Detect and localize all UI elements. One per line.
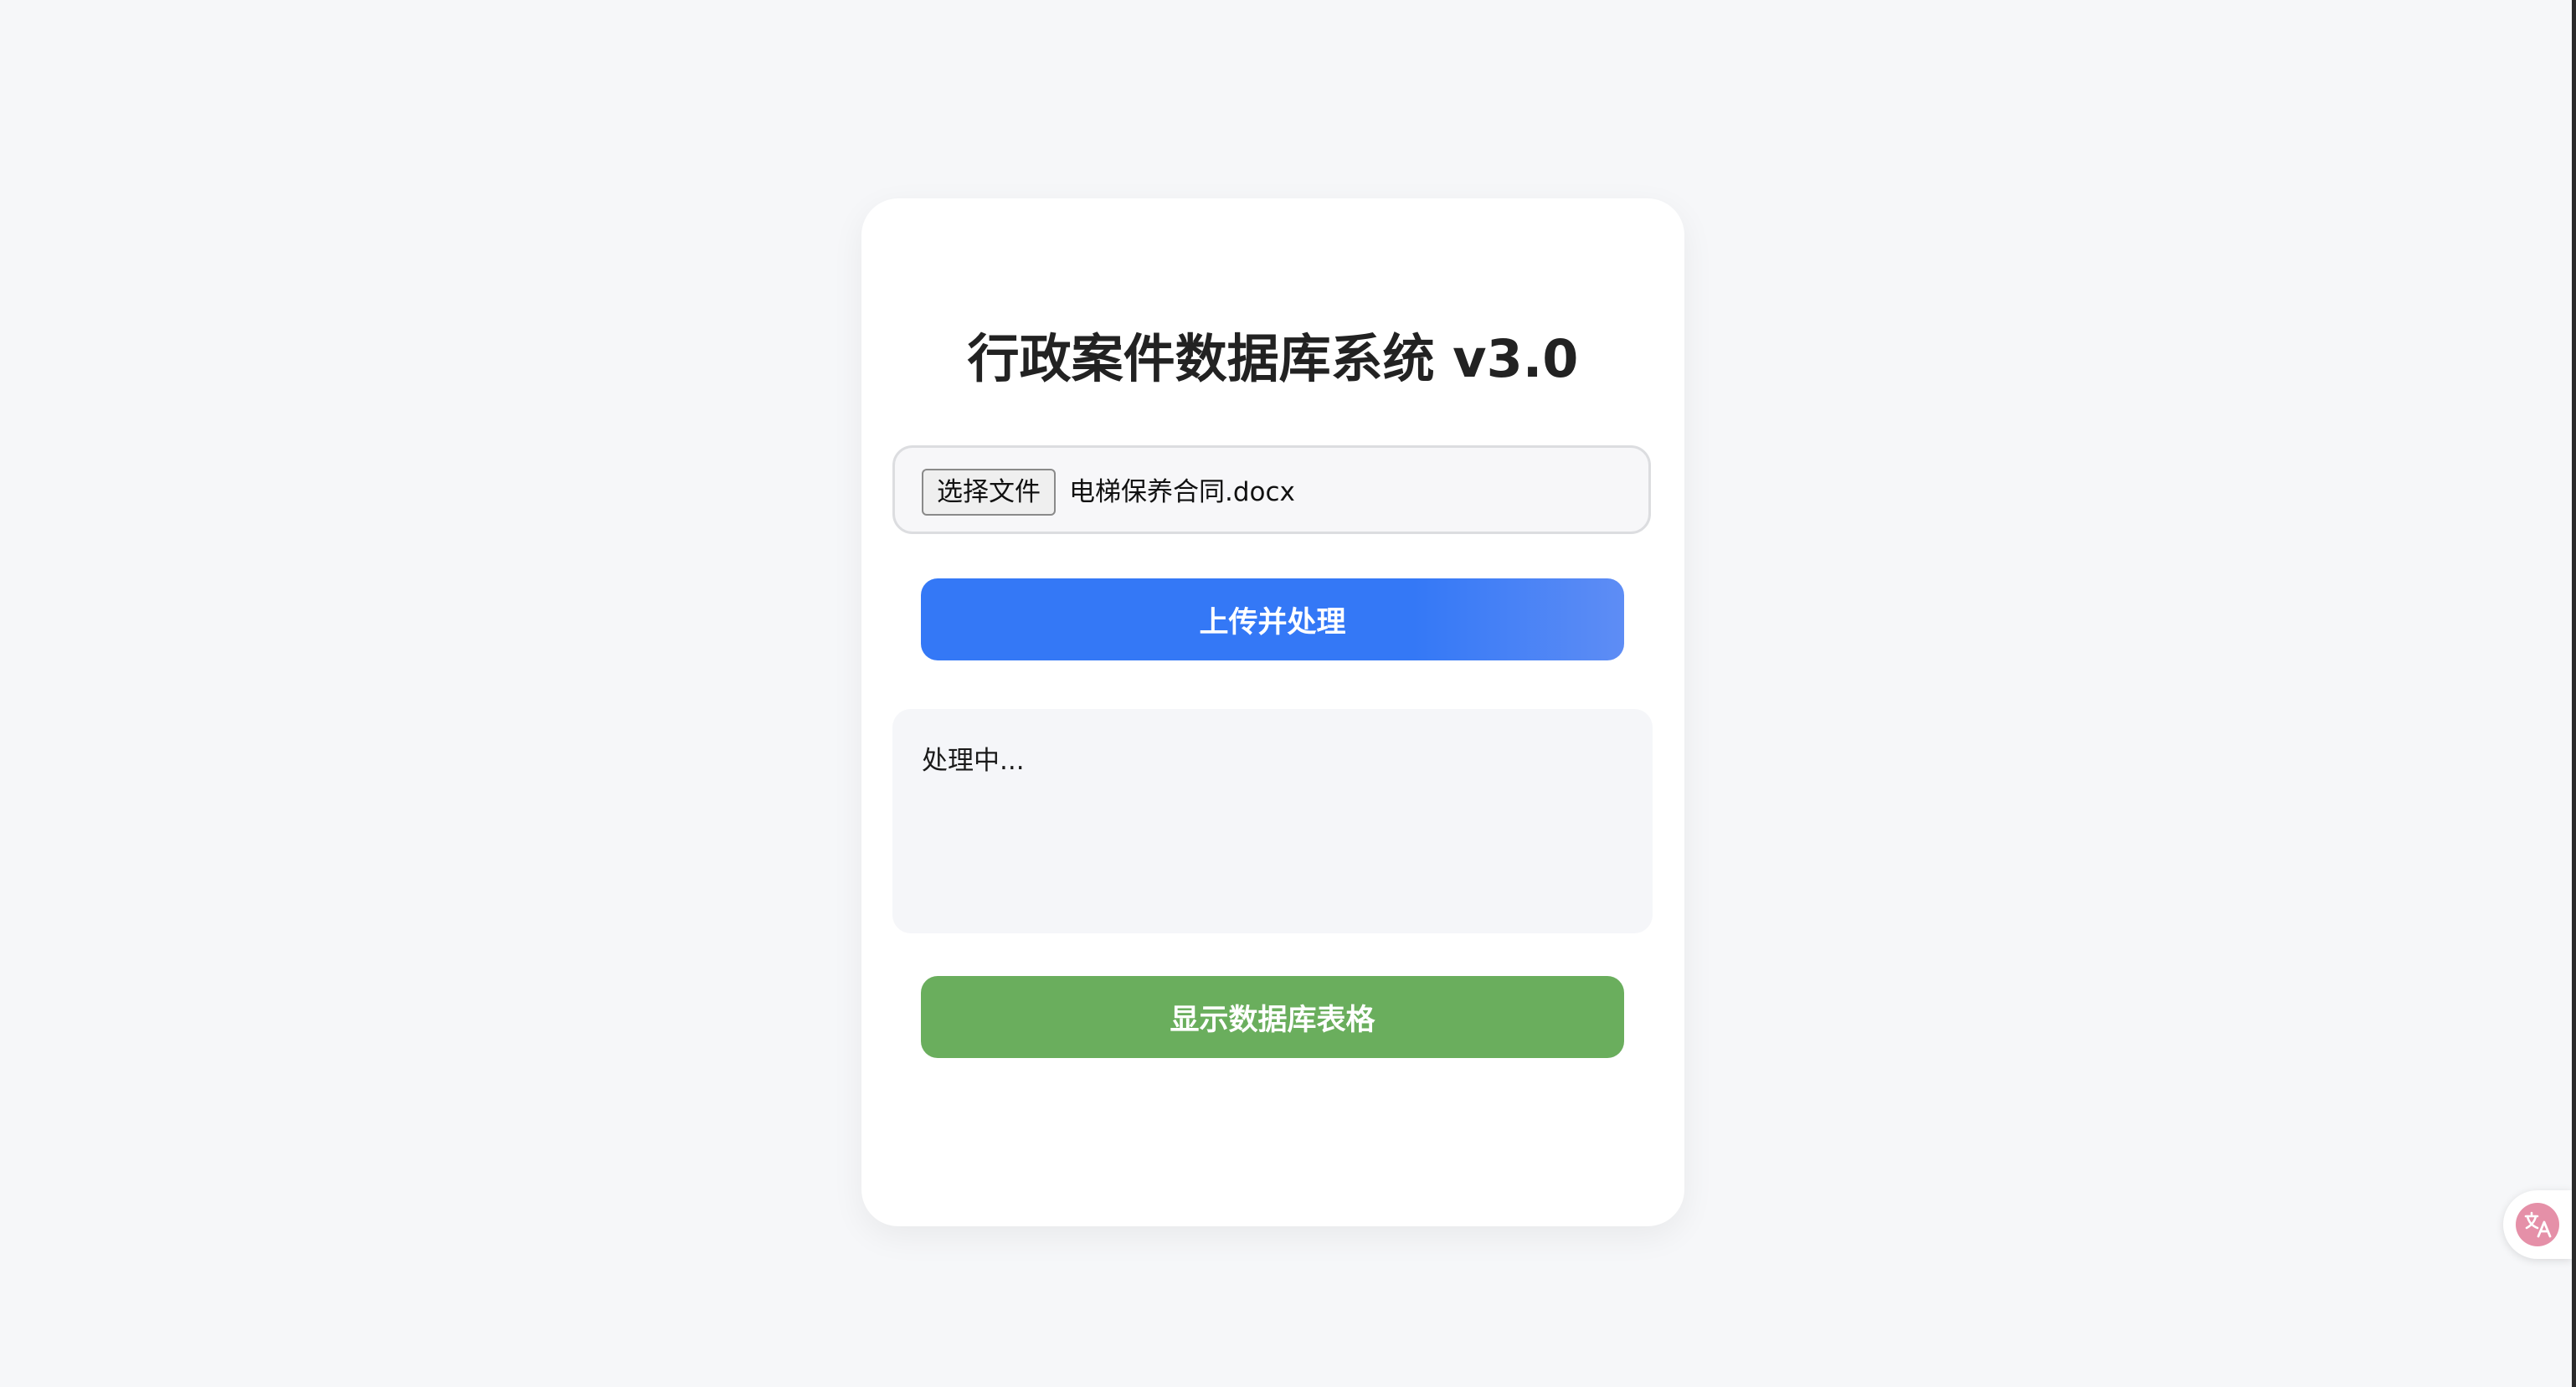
translate-icon (2516, 1203, 2559, 1246)
translate-floating-button[interactable] (2503, 1190, 2572, 1259)
page-title: 行政案件数据库系统 v3.0 (967, 328, 1579, 389)
window-edge (2572, 0, 2576, 1387)
status-text: 处理中... (922, 746, 1025, 776)
file-input-box[interactable]: 选择文件 电梯保养合同.docx (892, 445, 1651, 534)
choose-file-button[interactable]: 选择文件 (922, 469, 1056, 516)
selected-file-name: 电梯保养合同.docx (1069, 477, 1295, 507)
main-card: 行政案件数据库系统 v3.0 选择文件 电梯保养合同.docx 上传并处理 处理… (861, 198, 1684, 1226)
show-database-table-button[interactable]: 显示数据库表格 (921, 976, 1624, 1058)
upload-and-process-button[interactable]: 上传并处理 (921, 578, 1624, 660)
status-panel: 处理中... (892, 709, 1653, 933)
page: 行政案件数据库系统 v3.0 选择文件 电梯保养合同.docx 上传并处理 处理… (0, 0, 2576, 1387)
